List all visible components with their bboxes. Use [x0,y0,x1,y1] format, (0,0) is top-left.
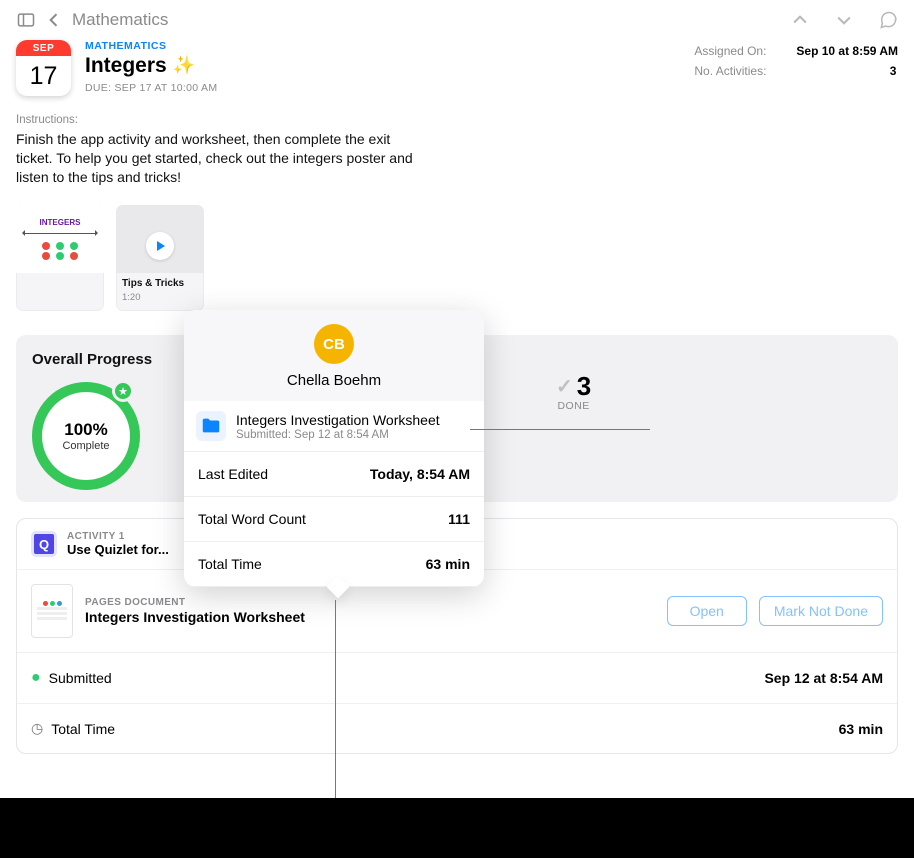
done-count: 3 [577,371,591,402]
poster-thumbnail: INTEGERS [16,205,104,273]
submitted-label: Submitted [49,670,112,686]
nav-down-icon[interactable] [834,10,854,30]
due-date: DUE: SEP 17 AT 10:00 AM [85,82,680,94]
callout-line [335,600,336,800]
callout-line [470,429,650,430]
checkmark-icon: ✓ [556,374,573,399]
done-stat: ✓3 DONE [556,371,591,412]
submitted-check-icon: ● [31,669,41,687]
last-edited-value: Today, 8:54 AM [370,466,470,482]
comment-icon[interactable] [878,10,898,30]
progress-ring: 100% Complete ★ [32,382,140,490]
document-thumbnail [31,584,73,638]
toolbar: Mathematics [0,0,914,40]
document-title: Integers Investigation Worksheet [85,609,655,625]
popover-time-label: Total Time [198,556,262,572]
sparkle-icon: ✨ [173,55,195,76]
popover-file-title: Integers Investigation Worksheet [236,412,440,428]
done-label: DONE [556,400,591,412]
assigned-on-label: Assigned On: [694,44,784,58]
play-icon[interactable] [146,232,174,260]
instructions-heading: Instructions: [0,104,914,130]
progress-percent: 100% [64,420,107,440]
total-time-label: Total Time [51,721,115,737]
sidebar-toggle-icon[interactable] [16,10,36,30]
mark-not-done-button[interactable]: Mark Not Done [759,596,883,626]
activity-number-label: ACTIVITY 1 [67,531,169,542]
student-name: Chella Boehm [287,372,381,389]
star-badge-icon: ★ [112,380,134,402]
progress-complete-label: Complete [62,440,109,452]
attachment-audio[interactable]: Tips & Tricks 1:20 [116,205,204,311]
calendar-month: SEP [16,40,71,56]
subject-label: MATHEMATICS [85,40,680,52]
audio-duration: 1:20 [122,292,198,303]
student-popover: CB Chella Boehm Integers Investigation W… [184,310,484,587]
student-avatar: CB [314,324,354,364]
open-button[interactable]: Open [667,596,747,626]
last-edited-label: Last Edited [198,466,268,482]
popover-file-row[interactable]: Integers Investigation Worksheet Submitt… [184,401,484,452]
back-chevron-icon[interactable] [44,10,64,30]
attachment-poster[interactable]: INTEGERS [16,205,104,311]
document-type-label: PAGES DOCUMENT [85,597,655,608]
nav-up-icon[interactable] [790,10,810,30]
calendar-tile: SEP 17 [16,40,71,96]
assigned-on-value: Sep 10 at 8:59 AM [796,44,898,58]
assignment-title: Integers [85,54,167,78]
audio-title: Tips & Tricks [122,278,184,289]
total-time-value: 63 min [839,721,883,737]
word-count-value: 111 [448,511,470,527]
instructions-text: Finish the app activity and worksheet, t… [0,130,430,187]
caption-mask [0,798,914,858]
poster-title: INTEGERS [40,218,81,227]
folder-icon [196,411,226,441]
popover-time-value: 63 min [426,556,470,572]
submitted-value: Sep 12 at 8:54 AM [764,670,883,686]
activities-count-value: 3 [796,64,896,78]
clock-icon: ◷ [31,720,43,737]
assignment-meta: Assigned On: Sep 10 at 8:59 AM No. Activ… [694,40,898,84]
back-label[interactable]: Mathematics [72,10,168,30]
assignment-header: SEP 17 MATHEMATICS Integers ✨ DUE: SEP 1… [0,40,914,104]
audio-thumbnail [116,205,204,273]
activities-count-label: No. Activities: [694,64,784,78]
calendar-day: 17 [16,56,71,96]
activity-title: Use Quizlet for... [67,542,169,557]
quizlet-icon: Q [31,531,57,557]
popover-file-subtitle: Submitted: Sep 12 at 8:54 AM [236,429,440,441]
word-count-label: Total Word Count [198,511,306,527]
